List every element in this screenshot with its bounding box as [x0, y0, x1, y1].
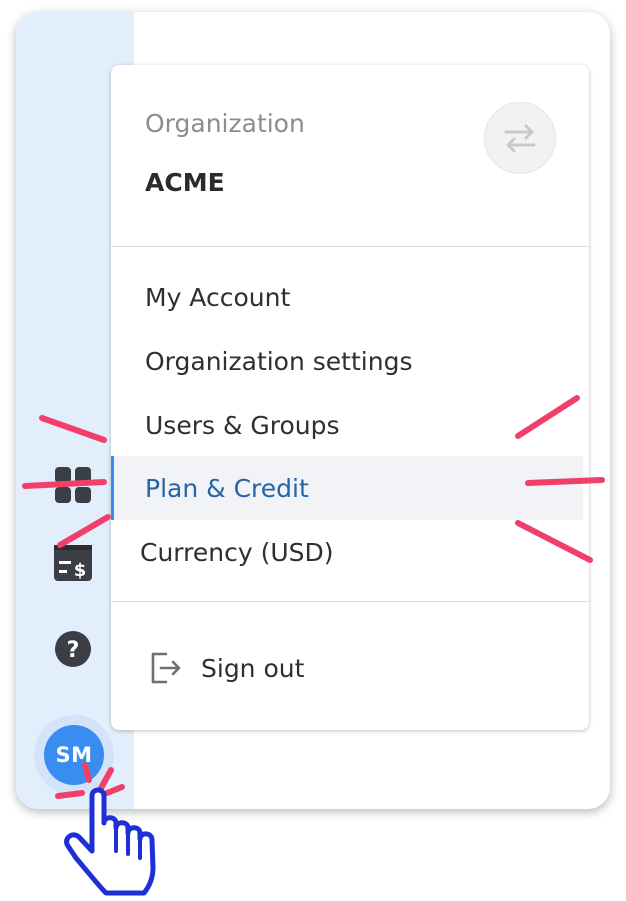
- menu-item-currency[interactable]: Currency (USD): [111, 520, 589, 584]
- switch-organization-button[interactable]: [484, 102, 556, 174]
- sign-out-button[interactable]: Sign out: [147, 648, 304, 688]
- app-window: $ ? SM Organization ACME My Account Orga…: [16, 12, 610, 809]
- billing-icon[interactable]: $: [52, 542, 94, 584]
- organization-label: Organization: [145, 109, 305, 138]
- menu-item-users-groups[interactable]: Users & Groups: [111, 393, 589, 457]
- sign-out-icon: [151, 652, 181, 684]
- account-menu: Organization ACME My Account Organizatio…: [111, 65, 589, 730]
- sign-out-label: Sign out: [201, 653, 305, 683]
- divider: [111, 601, 589, 602]
- grid-icon[interactable]: [52, 464, 94, 506]
- organization-name: ACME: [145, 168, 225, 197]
- svg-text:?: ?: [67, 638, 80, 663]
- divider: [111, 246, 589, 247]
- switch-arrows-icon: [504, 124, 536, 153]
- avatar[interactable]: SM: [44, 725, 104, 785]
- menu-item-organization-settings[interactable]: Organization settings: [111, 329, 589, 393]
- svg-text:$: $: [74, 560, 87, 581]
- help-icon[interactable]: ?: [52, 628, 94, 670]
- menu-item-plan-credit[interactable]: Plan & Credit: [111, 456, 583, 520]
- menu-item-my-account[interactable]: My Account: [111, 265, 589, 329]
- stage: $ ? SM Organization ACME My Account Orga…: [0, 0, 626, 901]
